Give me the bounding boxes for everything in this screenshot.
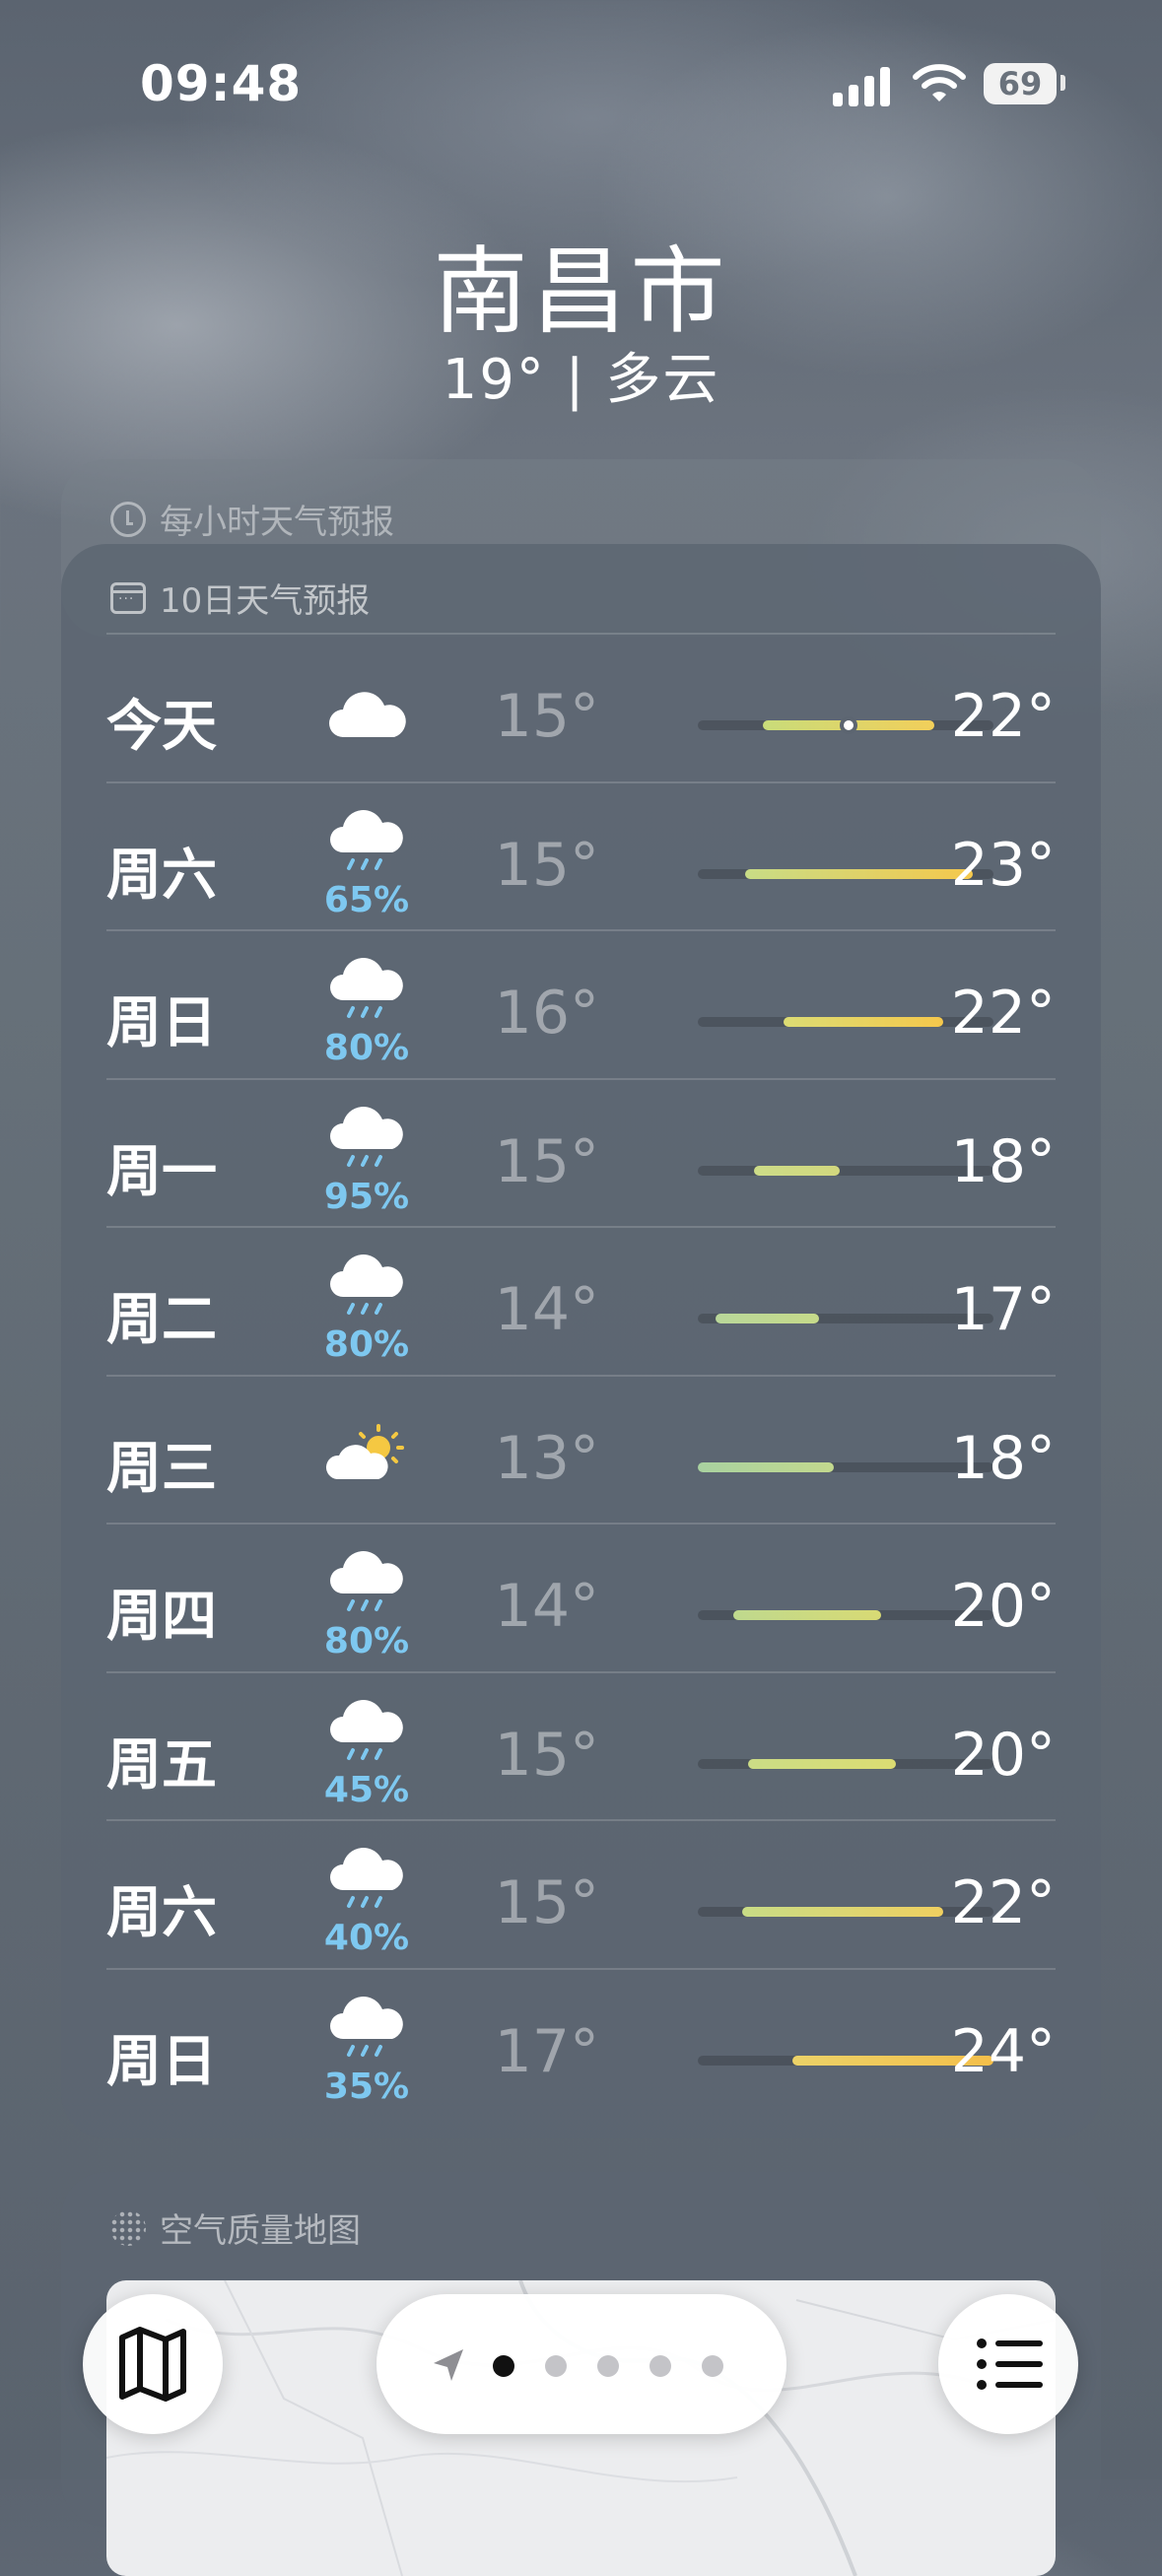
row-divider bbox=[106, 1077, 1056, 1080]
forecast-day: 周四 bbox=[106, 1585, 217, 1649]
low-temperature: 17° bbox=[494, 2016, 599, 2086]
forecast-row[interactable]: 周四 80% 14° 20° bbox=[106, 1532, 1056, 1680]
row-divider bbox=[106, 1670, 1056, 1673]
forecast-day: 周日 bbox=[106, 2029, 217, 2094]
forecast-day: 周一 bbox=[106, 1139, 217, 1204]
row-divider bbox=[106, 929, 1056, 931]
forecast-row[interactable]: 周日 35% 17° 24° bbox=[106, 1978, 1056, 2126]
cloud-icon bbox=[323, 672, 412, 761]
row-divider bbox=[106, 1967, 1056, 1970]
sun-cloud-icon bbox=[323, 1414, 412, 1503]
high-temperature: 22° bbox=[950, 682, 1056, 751]
precipitation-chance: 80% bbox=[323, 1028, 410, 1068]
ten-day-forecast-card[interactable]: 10日天气预报 今天 15° 22° 周六 65% 15° 23° 周日 80% 16° 22° 周一… bbox=[61, 544, 1101, 2138]
low-temperature: 15° bbox=[494, 1126, 599, 1196]
forecast-day: 周二 bbox=[106, 1288, 217, 1352]
status-time: 09:48 bbox=[140, 55, 303, 112]
city-list-button[interactable] bbox=[938, 2294, 1078, 2434]
calendar-icon bbox=[110, 581, 146, 614]
temperature-range-fill bbox=[742, 1907, 943, 1917]
page-dot[interactable] bbox=[597, 2355, 619, 2377]
row-divider bbox=[106, 780, 1056, 783]
battery-indicator: 69 bbox=[984, 63, 1057, 104]
low-temperature: 14° bbox=[494, 1275, 599, 1344]
forecast-row[interactable]: 今天 15° 22° bbox=[106, 643, 1056, 790]
hourly-forecast-title: 每小时天气预报 bbox=[160, 503, 394, 542]
temperature-range-fill bbox=[716, 1314, 819, 1323]
air-quality-icon bbox=[110, 2209, 146, 2246]
low-temperature: 15° bbox=[494, 1720, 599, 1790]
row-divider bbox=[106, 633, 1056, 635]
clock-icon bbox=[110, 501, 146, 537]
row-divider bbox=[106, 1523, 1056, 1525]
wifi-icon bbox=[913, 64, 966, 102]
precipitation-chance: 35% bbox=[323, 2066, 410, 2107]
location-arrow-icon bbox=[434, 2349, 463, 2381]
page-dot[interactable] bbox=[493, 2355, 514, 2377]
high-temperature: 17° bbox=[950, 1275, 1056, 1344]
forecast-row[interactable]: 周三 13° 18° bbox=[106, 1385, 1056, 1532]
page-dot[interactable] bbox=[649, 2355, 671, 2377]
ten-day-forecast-header: 10日天气预报 bbox=[110, 574, 370, 622]
temperature-range-fill bbox=[733, 1610, 881, 1620]
forecast-row[interactable]: 周二 80% 14° 17° bbox=[106, 1236, 1056, 1384]
precipitation-chance: 40% bbox=[323, 1918, 410, 1958]
temperature-range-fill bbox=[698, 1461, 834, 1472]
location-page-indicator[interactable] bbox=[376, 2294, 786, 2434]
forecast-row[interactable]: 周一 95% 15° 18° bbox=[106, 1088, 1056, 1236]
high-temperature: 20° bbox=[950, 1720, 1056, 1790]
low-temperature: 16° bbox=[494, 979, 599, 1048]
temperature-range-fill bbox=[754, 1165, 840, 1176]
forecast-row[interactable]: 周六 40% 15° 22° bbox=[106, 1829, 1056, 1977]
list-icon bbox=[977, 2339, 1043, 2390]
forecast-day: 周日 bbox=[106, 991, 217, 1055]
forecast-row[interactable]: 周日 80% 16° 22° bbox=[106, 939, 1056, 1087]
precipitation-chance: 65% bbox=[323, 879, 410, 920]
status-bar: 09:48 69 bbox=[0, 0, 1162, 168]
city-name: 南昌市 bbox=[433, 237, 729, 347]
precipitation-chance: 80% bbox=[323, 1621, 410, 1661]
precipitation-chance: 80% bbox=[323, 1324, 410, 1365]
page-dot[interactable] bbox=[545, 2355, 567, 2377]
ten-day-forecast-title: 10日天气预报 bbox=[160, 581, 371, 621]
forecast-row[interactable]: 周五 45% 15° 20° bbox=[106, 1681, 1056, 1829]
low-temperature: 15° bbox=[494, 830, 599, 900]
forecast-day: 今天 bbox=[106, 695, 217, 759]
cellular-signal-icon bbox=[833, 65, 892, 106]
low-temperature: 13° bbox=[494, 1423, 599, 1493]
row-divider bbox=[106, 1374, 1056, 1377]
high-temperature: 22° bbox=[950, 1868, 1056, 1937]
page-dot[interactable] bbox=[702, 2355, 723, 2377]
high-temperature: 22° bbox=[950, 979, 1056, 1048]
high-temperature: 18° bbox=[950, 1126, 1056, 1196]
air-quality-title: 空气质量地图 bbox=[160, 2211, 361, 2251]
map-icon bbox=[119, 2327, 186, 2402]
low-temperature: 15° bbox=[494, 682, 599, 751]
low-temperature: 14° bbox=[494, 1572, 599, 1641]
forecast-day: 周五 bbox=[106, 1732, 217, 1797]
battery-cap bbox=[1060, 75, 1065, 91]
current-conditions: 19° | 多云 bbox=[442, 348, 720, 412]
hourly-forecast-header: 每小时天气预报 bbox=[110, 495, 394, 543]
precipitation-chance: 45% bbox=[323, 1769, 410, 1810]
precipitation-chance: 95% bbox=[323, 1176, 410, 1217]
air-quality-header: 空气质量地图 bbox=[110, 2203, 361, 2252]
forecast-day: 周六 bbox=[106, 843, 217, 908]
forecast-day: 周六 bbox=[106, 1881, 217, 1945]
temperature-range-fill bbox=[748, 1758, 896, 1769]
low-temperature: 15° bbox=[494, 1868, 599, 1937]
current-temperature-marker bbox=[840, 716, 857, 734]
row-divider bbox=[106, 1226, 1056, 1228]
forecast-day: 周三 bbox=[106, 1436, 217, 1501]
high-temperature: 20° bbox=[950, 1572, 1056, 1641]
map-button[interactable] bbox=[83, 2294, 223, 2434]
high-temperature: 23° bbox=[950, 830, 1056, 900]
forecast-row[interactable]: 周六 65% 15° 23° bbox=[106, 791, 1056, 939]
row-divider bbox=[106, 1819, 1056, 1821]
high-temperature: 18° bbox=[950, 1423, 1056, 1493]
high-temperature: 24° bbox=[950, 2016, 1056, 2086]
